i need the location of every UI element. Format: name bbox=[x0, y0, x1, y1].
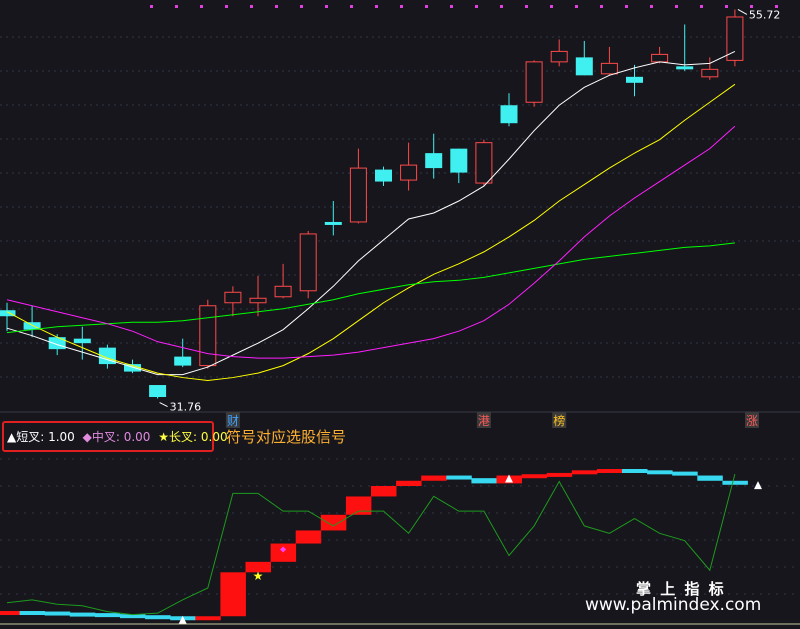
top-marker-dot bbox=[650, 5, 653, 8]
top-marker-dot bbox=[175, 5, 178, 8]
top-marker-dot bbox=[600, 5, 603, 8]
signal-step bbox=[672, 471, 698, 476]
top-marker-dot bbox=[675, 5, 678, 8]
top-marker-dot bbox=[525, 5, 528, 8]
top-marker-dot bbox=[725, 5, 728, 8]
top-marker-dot bbox=[500, 5, 503, 8]
candle-body bbox=[375, 169, 392, 182]
signal-step bbox=[345, 496, 372, 515]
candle-body bbox=[550, 50, 568, 63]
top-marker-dot bbox=[350, 5, 353, 8]
candle-body bbox=[249, 297, 267, 304]
top-marker-dot bbox=[400, 5, 403, 8]
ma-line bbox=[6, 83, 736, 382]
top-marker-dot bbox=[200, 5, 203, 8]
low-arrow bbox=[159, 402, 168, 407]
candle-body bbox=[676, 66, 694, 70]
signal-step bbox=[421, 475, 447, 481]
candle-body bbox=[500, 105, 518, 124]
bar-marker-text: 港 bbox=[478, 414, 490, 428]
signal-step bbox=[295, 530, 322, 544]
candle-body bbox=[324, 221, 342, 225]
top-marker-dot bbox=[300, 5, 303, 8]
candle-body bbox=[349, 167, 367, 223]
signal-step bbox=[94, 613, 121, 618]
moving-averages bbox=[6, 50, 736, 382]
signal-step bbox=[471, 478, 497, 484]
signal-step bbox=[69, 612, 96, 617]
signal-step bbox=[647, 470, 673, 475]
watermark-url: www.palmindex.com bbox=[585, 595, 762, 615]
high-price-label: 55.72 bbox=[749, 8, 781, 21]
signal-step bbox=[44, 611, 71, 616]
signal-step bbox=[571, 470, 598, 475]
candle-body bbox=[701, 68, 719, 78]
candle-body bbox=[224, 291, 242, 304]
bar-marker-text: 涨 bbox=[746, 413, 758, 428]
top-marker-dot bbox=[150, 5, 153, 8]
top-marker-dot bbox=[250, 5, 253, 8]
signal-step bbox=[220, 572, 246, 617]
candle-body bbox=[475, 142, 493, 184]
signal-step bbox=[320, 514, 347, 531]
top-marker-dot bbox=[425, 5, 428, 8]
candlesticks bbox=[0, 9, 744, 399]
candle-body bbox=[274, 285, 292, 298]
candle-body bbox=[425, 153, 443, 169]
star-marker: ★ bbox=[253, 569, 264, 583]
legend-short-cross: ▲短叉: 1.00 bbox=[7, 430, 75, 444]
signal-step bbox=[396, 480, 422, 486]
candle-body bbox=[48, 337, 66, 350]
candle-body bbox=[600, 62, 618, 75]
signal-step bbox=[195, 616, 221, 621]
top-marker-dot bbox=[700, 5, 703, 8]
candle-body bbox=[73, 338, 91, 344]
top-marker-dot bbox=[550, 5, 553, 8]
top-marker-dot bbox=[275, 5, 278, 8]
legend-mid-cross: ◆中叉: 0.00 bbox=[82, 430, 151, 444]
candle-body bbox=[199, 305, 217, 367]
top-marker-dot bbox=[575, 5, 578, 8]
signal-step bbox=[546, 472, 573, 477]
signal-step bbox=[722, 480, 748, 485]
signal-step bbox=[446, 475, 472, 480]
candle-body bbox=[400, 164, 418, 181]
candle-body bbox=[174, 356, 192, 366]
top-marker-dot bbox=[475, 5, 478, 8]
candle-body bbox=[651, 53, 669, 63]
top-marker-dot bbox=[225, 5, 228, 8]
signal-step bbox=[145, 615, 171, 620]
bar-marker-text: 榜 bbox=[553, 413, 565, 428]
top-marker-dot bbox=[450, 5, 453, 8]
signal-annotation: 符号对应选股信号 bbox=[226, 428, 347, 446]
stock-chart: 55.7231.76 财港榜涨 ★ bbox=[0, 5, 800, 625]
candle-body bbox=[149, 385, 167, 398]
ma-line bbox=[6, 242, 735, 334]
signal-step bbox=[270, 543, 297, 562]
signal-step bbox=[622, 469, 648, 473]
low-price-label: 31.76 bbox=[170, 401, 202, 414]
candle-body bbox=[525, 61, 543, 103]
candle-body bbox=[299, 233, 317, 292]
signal-step bbox=[19, 611, 46, 616]
top-marker-dot bbox=[375, 5, 378, 8]
top-marker-dot bbox=[625, 5, 628, 8]
signal-step bbox=[371, 486, 397, 497]
high-arrow bbox=[737, 9, 748, 15]
candle-body bbox=[450, 148, 468, 173]
triangle-marker bbox=[754, 481, 762, 490]
signal-step bbox=[0, 611, 20, 616]
candle-body bbox=[626, 76, 643, 83]
legend-long-cross: ★长叉: 0.00 bbox=[158, 430, 228, 444]
signal-step bbox=[596, 469, 623, 473]
candle-body bbox=[575, 57, 593, 76]
top-marker-dot bbox=[325, 5, 328, 8]
signal-step bbox=[521, 474, 548, 479]
signal-step bbox=[697, 475, 723, 481]
grid bbox=[0, 5, 800, 625]
